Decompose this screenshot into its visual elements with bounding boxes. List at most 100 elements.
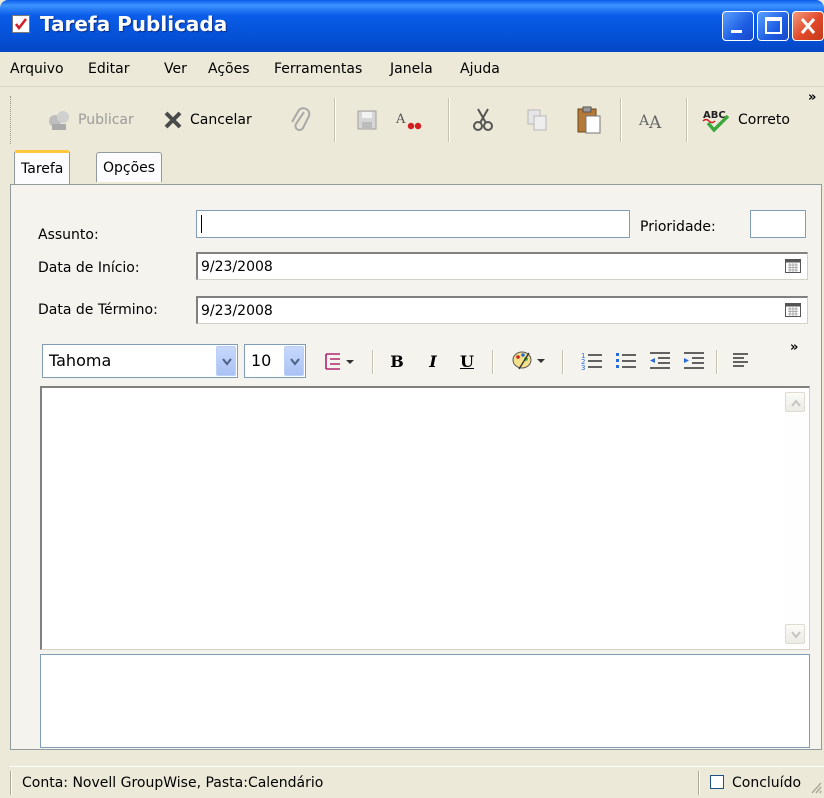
task-window: Tarefa Publicada Arquivo Editar Ver Açõe…: [0, 0, 824, 798]
svg-text:A: A: [648, 113, 662, 132]
cancelar-button[interactable]: Cancelar: [162, 104, 252, 136]
italic-button[interactable]: I: [422, 346, 444, 376]
align-left-icon: [733, 353, 748, 367]
font-size-select[interactable]: 10: [244, 344, 306, 378]
paste-icon: [577, 106, 601, 134]
tab-tarefa[interactable]: Tarefa: [14, 150, 71, 184]
corretor-label: Correto: [738, 112, 790, 128]
calendar-icon[interactable]: [785, 303, 801, 317]
resize-grip-icon[interactable]: [810, 781, 822, 795]
save-button[interactable]: [356, 104, 378, 136]
copy-icon: [527, 109, 547, 131]
bullet-list-button[interactable]: [614, 346, 638, 376]
numbered-list-button[interactable]: 123: [580, 346, 604, 376]
list-style-icon: [325, 353, 354, 370]
close-icon: [800, 18, 816, 34]
numbered-list-icon: 123: [581, 352, 602, 371]
publish-icon: [49, 111, 69, 130]
format-separator: [372, 350, 374, 374]
menu-ferramentas[interactable]: Ferramentas: [274, 61, 362, 77]
window-title: Tarefa Publicada: [40, 12, 228, 36]
cancel-icon: [164, 111, 182, 129]
indent-button[interactable]: [682, 346, 706, 376]
maximize-button[interactable]: [757, 11, 789, 41]
scroll-down-button[interactable]: [785, 624, 805, 644]
toolbar-separator: [686, 98, 688, 142]
tab-strip: Tarefa Opções: [0, 150, 824, 186]
menu-arquivo[interactable]: Arquivo: [10, 61, 64, 77]
cancelar-label: Cancelar: [190, 112, 252, 128]
cut-button[interactable]: [470, 104, 496, 136]
chevron-down-icon: [791, 631, 801, 639]
text-caret: [201, 215, 202, 233]
align-left-button[interactable]: [730, 346, 752, 376]
data-inicio-value: 9/23/2008: [201, 259, 273, 275]
title-bar[interactable]: Tarefa Publicada: [0, 0, 824, 52]
message-body-editor[interactable]: [40, 386, 810, 650]
calendar-icon[interactable]: [785, 259, 801, 273]
data-inicio-label: Data de Início:: [38, 260, 140, 276]
close-button[interactable]: [792, 11, 824, 41]
format-separator: [492, 350, 494, 374]
spell-color-button[interactable]: A: [394, 104, 424, 136]
corretor-button[interactable]: ABC Correto: [702, 104, 790, 136]
publicar-label: Publicar: [78, 112, 134, 128]
font-dropdown-button[interactable]: [216, 346, 236, 376]
copy-button[interactable]: [524, 104, 550, 136]
status-bar: Conta: Novell GroupWise, Pasta:Calendári…: [10, 766, 824, 798]
outdent-button[interactable]: [648, 346, 672, 376]
main-toolbar: Publicar Cancelar A A A ABC Correto »: [10, 90, 824, 150]
color-palette-icon: [512, 351, 545, 370]
format-separator: [562, 350, 564, 374]
notes-editor[interactable]: [40, 654, 810, 748]
tab-opcoes[interactable]: Opções: [96, 152, 163, 182]
chevron-down-icon: [222, 358, 232, 366]
size-dropdown-button[interactable]: [284, 346, 304, 376]
publicar-button[interactable]: Publicar: [46, 104, 134, 136]
bullet-list-icon: [616, 353, 636, 368]
menu-janela[interactable]: Janela: [390, 61, 433, 77]
font-select[interactable]: Tahoma: [42, 344, 238, 378]
font-select-value: Tahoma: [49, 351, 112, 370]
status-divider: [10, 771, 12, 795]
concluido-checkbox[interactable]: [710, 775, 724, 789]
toolbar-separator: [620, 98, 622, 142]
toolbar-overflow-chevron[interactable]: »: [808, 90, 816, 105]
data-inicio-field[interactable]: 9/23/2008: [196, 252, 808, 280]
menu-bar: Arquivo Editar Ver Ações Ferramentas Jan…: [0, 52, 824, 87]
underline-button[interactable]: U: [456, 346, 478, 376]
bold-button[interactable]: B: [386, 346, 408, 376]
outdent-icon: [650, 352, 670, 369]
menu-acoes[interactable]: Ações: [208, 61, 250, 77]
minimize-button[interactable]: [722, 11, 754, 41]
menu-ajuda[interactable]: Ajuda: [460, 61, 500, 77]
save-icon: [357, 110, 377, 130]
svg-text:A: A: [395, 112, 406, 127]
font-size-value: 10: [251, 351, 272, 370]
assunto-label: Assunto:: [38, 227, 99, 243]
paste-button[interactable]: [574, 104, 604, 136]
indent-icon: [684, 352, 704, 369]
assunto-input[interactable]: [196, 210, 630, 238]
prioridade-input[interactable]: [750, 210, 806, 238]
data-termino-field[interactable]: 9/23/2008: [196, 296, 808, 324]
format-overflow-chevron[interactable]: »: [790, 340, 798, 355]
menu-editar[interactable]: Editar: [88, 61, 129, 77]
attach-button[interactable]: [288, 104, 312, 136]
vertical-scrollbar[interactable]: [785, 390, 807, 646]
maximize-icon: [765, 17, 782, 34]
toolbar-separator: [334, 98, 336, 142]
chevron-down-icon: [290, 358, 300, 366]
menu-ver[interactable]: Ver: [164, 61, 187, 77]
svg-text:3: 3: [581, 364, 585, 371]
color-button[interactable]: [510, 346, 550, 376]
font-icon: AA: [638, 113, 662, 132]
scroll-up-button[interactable]: [785, 392, 805, 412]
toolbar-grip[interactable]: [10, 96, 14, 144]
font-button[interactable]: AA: [638, 104, 664, 136]
attach-icon: [291, 107, 311, 131]
data-termino-label: Data de Término:: [38, 302, 158, 318]
list-style-button[interactable]: [322, 346, 360, 376]
format-separator: [716, 350, 718, 374]
cut-icon: [473, 108, 493, 131]
